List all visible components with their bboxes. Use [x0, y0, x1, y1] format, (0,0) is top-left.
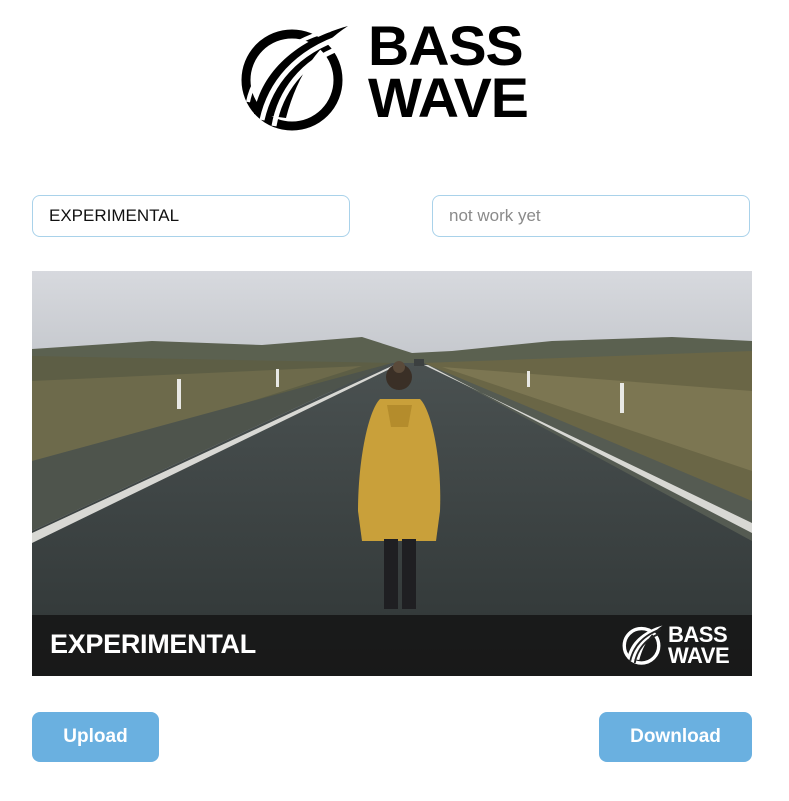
secondary-text-input[interactable] — [432, 195, 750, 237]
caption-text: EXPERIMENTAL — [50, 629, 256, 659]
watermark-line-1: BASS — [668, 622, 728, 647]
brand-wordmark: BASS WAVE — [368, 14, 529, 129]
watermark-logo: BASS WAVE — [622, 624, 740, 668]
brand-logo: BASS WAVE — [240, 14, 550, 134]
basswave-watermark-icon — [622, 625, 663, 665]
upload-button[interactable]: Upload — [32, 712, 159, 762]
download-button[interactable]: Download — [599, 712, 752, 762]
brand-line-1: BASS — [368, 14, 524, 77]
brand-line-2: WAVE — [368, 66, 529, 129]
image-preview: EXPERIMENTAL BASS WAVE — [32, 271, 752, 676]
title-text-input[interactable] — [32, 195, 350, 237]
caption-bar: EXPERIMENTAL BASS WAVE — [32, 615, 752, 676]
basswave-logo-icon — [241, 26, 348, 131]
watermark-line-2: WAVE — [668, 643, 730, 668]
watermark-wordmark: BASS WAVE — [668, 622, 730, 668]
